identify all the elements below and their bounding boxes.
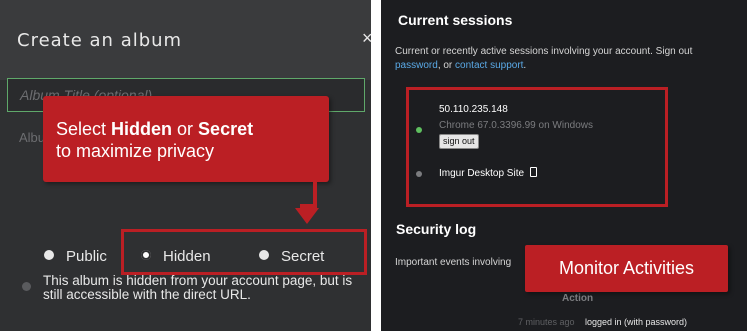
mobile-device-icon — [530, 167, 538, 177]
monitor-callout: Monitor Activities — [525, 245, 728, 292]
create-album-panel: Create an album × Album Title (optional)… — [0, 0, 371, 331]
callout-arrow — [313, 182, 317, 206]
close-icon[interactable]: × — [362, 28, 371, 49]
album-dialog-header: Create an album × — [0, 0, 371, 80]
sessions-desc-text: Current or recently active sessions invo… — [395, 46, 693, 57]
session-browser: Chrome 67.0.3396.99 on Windows — [439, 120, 593, 131]
sign-out-button[interactable]: sign out — [439, 134, 479, 149]
session-item-site: Imgur Desktop Site — [439, 167, 538, 179]
sessions-title: Current sessions — [398, 12, 513, 28]
radio-dot-icon — [44, 250, 54, 260]
log-time: 7 minutes ago — [518, 317, 575, 327]
security-log-description: Important events involving — [395, 257, 512, 268]
callout-text: or — [172, 119, 199, 139]
security-log-title: Security log — [396, 221, 477, 237]
sessions-desc-text: . — [523, 60, 527, 71]
contact-support-link[interactable]: contact support — [455, 60, 523, 71]
album-dialog-title: Create an album — [17, 30, 183, 51]
sessions-desc-text: , or — [437, 60, 456, 71]
callout-hidden-text: Hidden — [111, 119, 173, 139]
log-event: logged in (with password) — [585, 317, 688, 327]
sessions-description: Current or recently active sessions invo… — [395, 45, 747, 73]
password-link[interactable]: password — [395, 60, 438, 71]
callout-text: Select — [56, 119, 112, 139]
arrow-down-icon — [295, 208, 319, 224]
callout-secret-text: Secret — [198, 119, 254, 139]
session-ip: 50.110.235.148 — [439, 104, 508, 115]
privacy-note: This album is hidden from your account p… — [43, 273, 353, 302]
callout-text-line2: to maximize privacy — [56, 141, 215, 161]
inactive-session-icon — [416, 171, 422, 177]
privacy-highlight-box — [121, 229, 367, 275]
active-session-icon — [416, 127, 422, 133]
account-sessions-panel: Current sessions Current or recently act… — [381, 0, 747, 331]
info-dot-icon — [22, 282, 31, 291]
action-column-header: Action — [562, 293, 594, 304]
session-site-name: Imgur Desktop Site — [439, 168, 525, 179]
privacy-callout: Select Hidden or Secret to maximize priv… — [43, 96, 329, 182]
radio-public[interactable]: Public — [44, 248, 107, 265]
radio-label: Public — [66, 248, 107, 265]
